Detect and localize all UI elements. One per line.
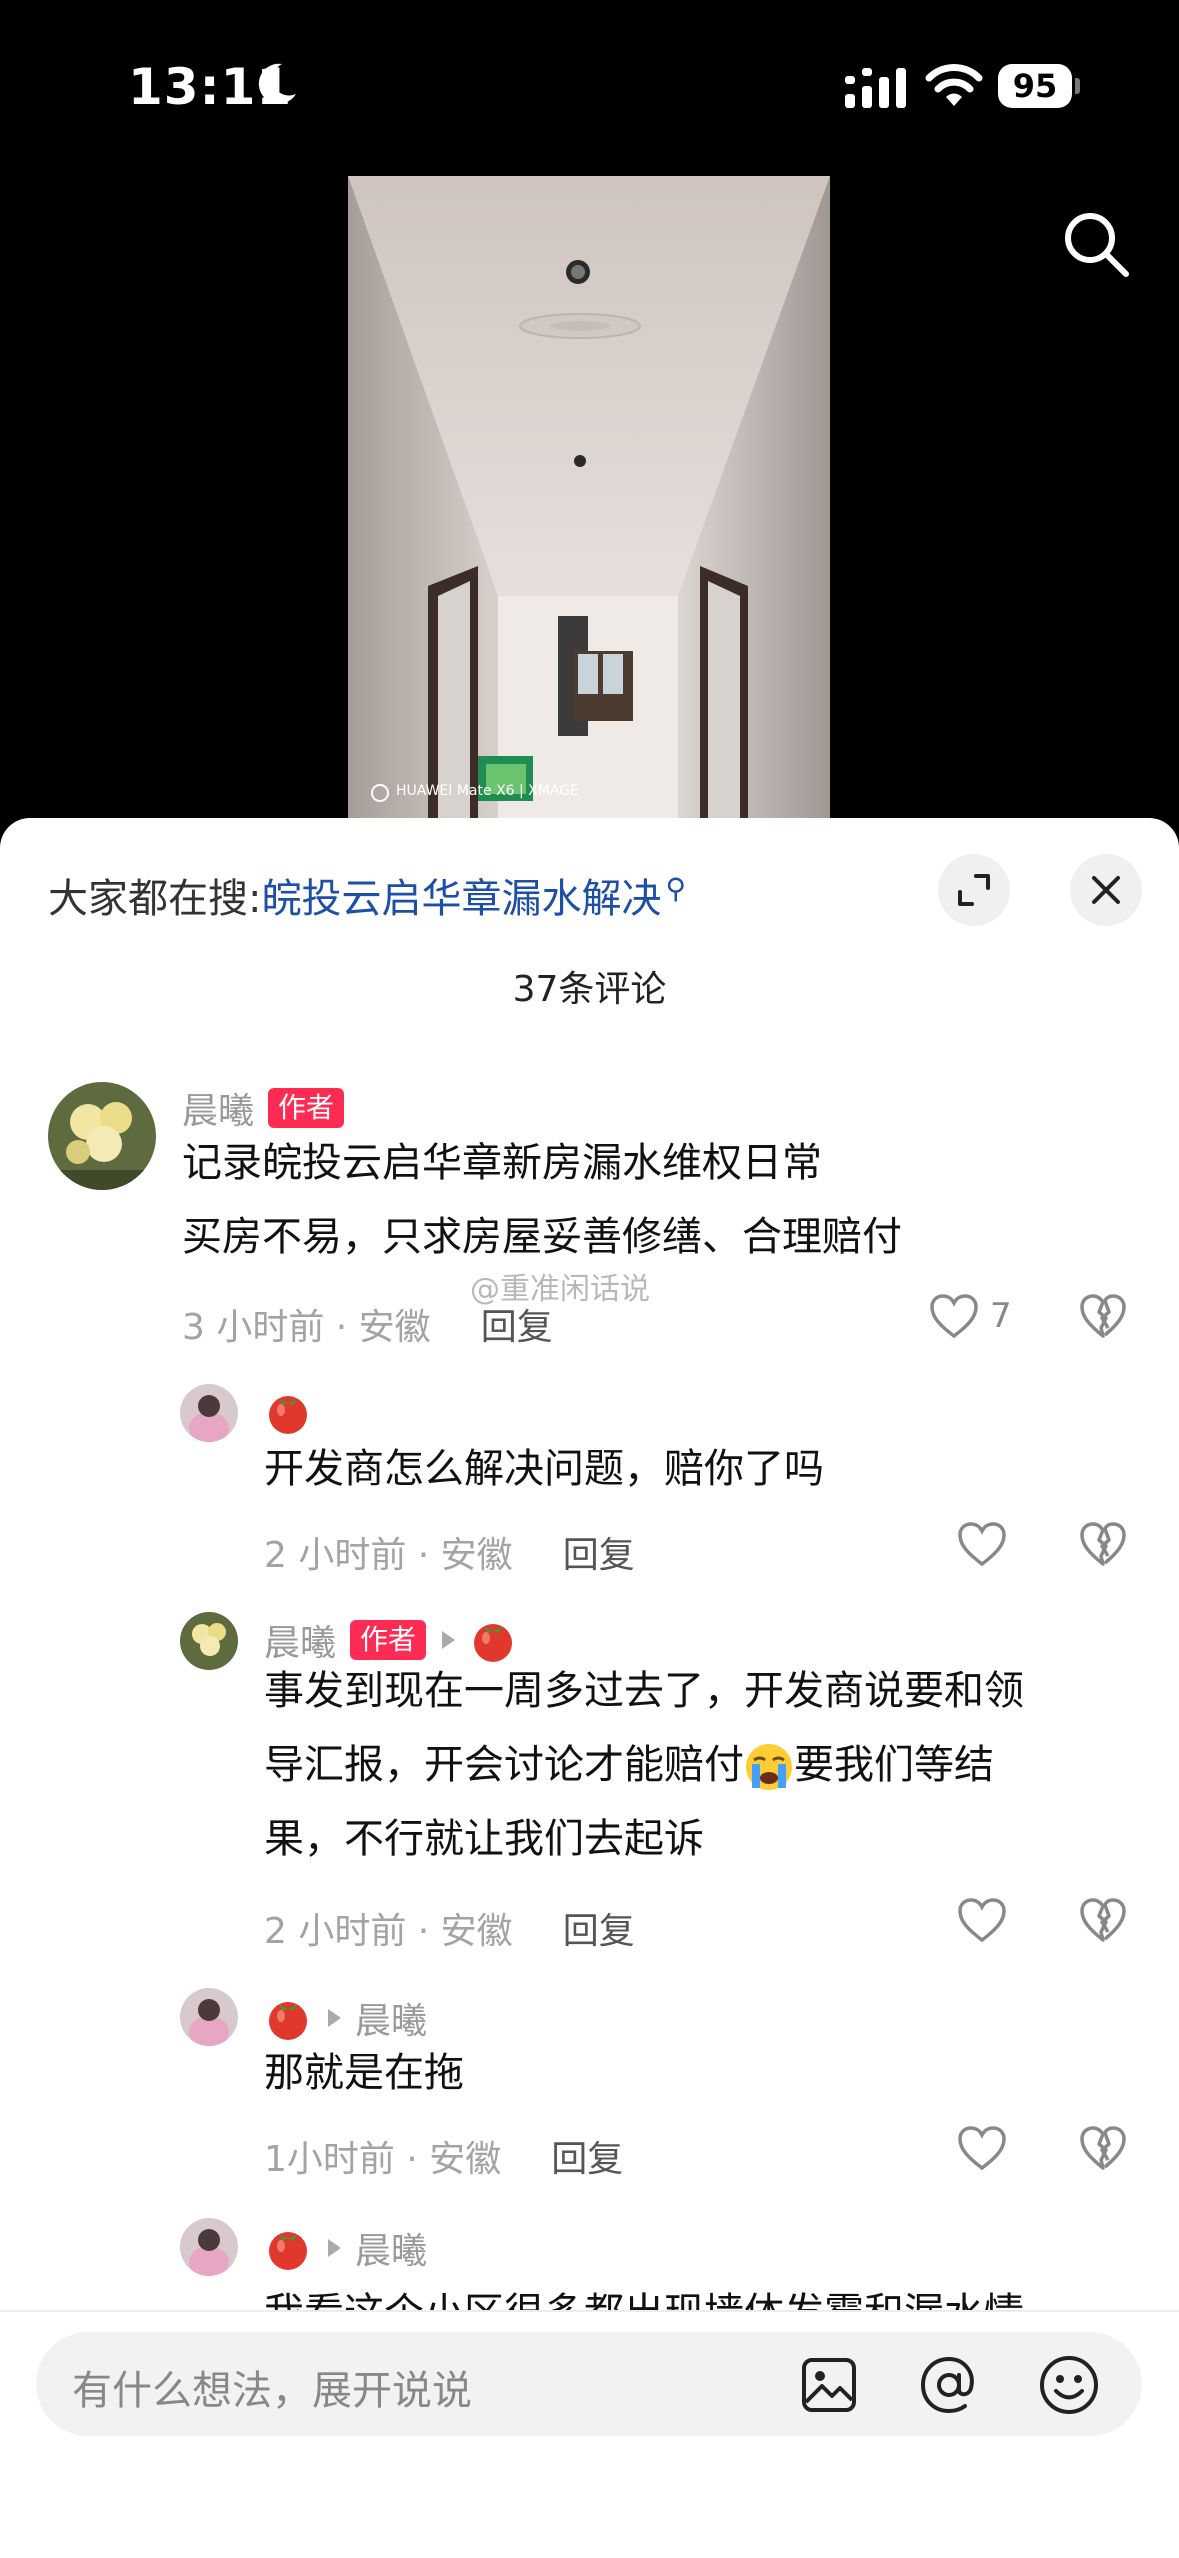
image-icon[interactable] <box>800 2356 858 2414</box>
comment-text-line: 那就是在拖 <box>264 2050 464 2096</box>
comment-text-line: 我看这个小区很多都出现墙体发霉和漏水情 <box>264 2276 1024 2310</box>
like-button[interactable]: 7 <box>928 1292 1012 1340</box>
heart-icon[interactable] <box>956 1896 1008 1944</box>
reply-item: 晨曦 作者 🍅 事发到现在一周多过去了，开发商说要和领 导汇报，开会讨论才能赔付… <box>0 1612 1179 1972</box>
time-location: 2 小时前 · 安徽 <box>264 1911 513 1952</box>
expand-button[interactable] <box>938 854 1010 926</box>
heart-icon <box>930 1294 978 1339</box>
hot-search-bar[interactable]: 大家都在搜:皖投云启华章漏水解决 ⚲ <box>48 866 686 924</box>
comment-text-line: 记录皖投云启华章新房漏水维权日常 <box>182 1140 822 1186</box>
avatar[interactable] <box>180 2218 238 2276</box>
avatar[interactable] <box>180 1384 238 1442</box>
comments-count: 37条评论 <box>512 969 667 1010</box>
expand-icon <box>958 874 990 906</box>
reply-button[interactable]: 回复 <box>551 2139 623 2180</box>
hot-search-term[interactable]: 皖投云启华章漏水解决 <box>261 876 661 922</box>
wifi-icon <box>925 64 983 106</box>
avatar[interactable] <box>180 1612 238 1670</box>
comment-text-line: 事发到现在一周多过去了，开发商说要和领 <box>264 1668 1024 1714</box>
comment-text-line: 导汇报，开会讨论才能赔付 要我们等结 <box>264 1728 994 1802</box>
comment-meta: 2 小时前 · 安徽 回复 <box>264 1526 635 1578</box>
comment-input-bar: 有什么想法，展开说说 <box>0 2310 1179 2558</box>
comment-text-line: 买房不易，只求房屋妥善修缮、合理赔付 <box>182 1214 902 1260</box>
reply-item: 🍅 晨曦 我看这个小区很多都出现墙体发霉和漏水情 <box>0 2218 1179 2310</box>
author-badge: 作者 <box>268 1088 345 1128</box>
comment-text-line: 开发商怎么解决问题，赔你了吗 <box>264 1446 824 1492</box>
video-frame <box>348 176 830 818</box>
reply-button[interactable]: 回复 <box>563 1911 635 1952</box>
close-icon <box>1092 876 1120 904</box>
mention-icon[interactable] <box>918 2354 980 2416</box>
portrait-avatar-image <box>180 2218 238 2276</box>
flower-avatar-image <box>180 1612 238 1670</box>
comment-input[interactable]: 有什么想法，展开说说 <box>36 2332 1142 2436</box>
tomato-icon[interactable] <box>264 1994 312 2042</box>
reply-arrow-icon <box>328 2009 341 2027</box>
broken-heart-icon[interactable] <box>1078 1292 1128 1340</box>
reply-to-username[interactable]: 晨曦 <box>355 2222 427 2274</box>
reply-arrow-icon <box>328 2239 341 2257</box>
reply-button[interactable]: 回复 <box>481 1307 553 1348</box>
hot-search-label: 大家都在搜: <box>48 876 262 922</box>
moon-icon <box>258 63 296 104</box>
reply-item: 🍅 开发商怎么解决问题，赔你了吗 2 小时前 · 安徽回复 <box>0 1384 1179 1584</box>
video-watermark: HUAWEI Mate X6 | XMAGE <box>396 783 579 799</box>
comment-meta: 2 小时前 · 安徽 回复 <box>264 1902 635 1954</box>
tomato-icon[interactable] <box>264 2224 312 2272</box>
close-button[interactable] <box>1070 854 1142 926</box>
like-count: 7 <box>990 1296 1012 1336</box>
broken-heart-icon[interactable] <box>1078 1520 1128 1568</box>
comment-input-placeholder: 有什么想法，展开说说 <box>72 2368 472 2414</box>
avatar[interactable] <box>48 1082 156 1190</box>
search-icon[interactable] <box>1060 208 1132 280</box>
broken-heart-icon[interactable] <box>1078 2124 1128 2172</box>
comment-meta: 1小时前 · 安徽 回复 <box>264 2130 623 2182</box>
portrait-avatar-image <box>180 1384 238 1442</box>
crying-emoji-icon <box>746 1744 792 1790</box>
status-bar: 13:11 95 <box>0 0 1179 170</box>
comment-text-segment: 要我们等结 <box>794 1742 994 1788</box>
battery-indicator: 95 <box>998 64 1080 108</box>
portrait-avatar-image <box>180 1988 238 2046</box>
hot-search-magnifier-icon: ⚲ <box>665 871 686 905</box>
emoji-icon[interactable] <box>1038 2354 1100 2416</box>
comment-text-line: 果，不行就让我们去起诉 <box>264 1816 704 1862</box>
reply-arrow-icon <box>442 1631 456 1649</box>
comment-text-segment: 导汇报，开会讨论才能赔付 <box>264 1742 744 1788</box>
comment-item: 晨曦 作者 记录皖投云启华章新房漏水维权日常 买房不易，只求房屋妥善修缮、合理赔… <box>0 1082 1179 1372</box>
tomato-icon <box>269 1396 307 1434</box>
reply-item: 🍅 晨曦 那就是在拖 1小时前 · 安徽回复 <box>0 1988 1179 2198</box>
reply-button[interactable]: 回复 <box>563 1535 635 1576</box>
battery-level: 95 <box>998 64 1072 108</box>
flower-avatar-image <box>48 1082 156 1190</box>
heart-icon[interactable] <box>956 2124 1008 2172</box>
time-location: 1小时前 · 安徽 <box>264 2139 502 2180</box>
heart-icon[interactable] <box>956 1520 1008 1568</box>
watermark-text: @重准闲话说 <box>470 1272 650 1307</box>
video-player[interactable]: HUAWEI Mate X6 | XMAGE <box>348 176 830 818</box>
comment-sheet: 大家都在搜:皖投云启华章漏水解决 ⚲ 37条评论 晨曦 作者 记录皖投云启华章新… <box>0 818 1179 2556</box>
broken-heart-icon[interactable] <box>1078 1896 1128 1944</box>
battery-tip <box>1075 78 1080 94</box>
time-location: 2 小时前 · 安徽 <box>264 1535 513 1576</box>
avatar[interactable] <box>180 1988 238 2046</box>
signal-icon <box>845 68 906 108</box>
comment-header: 🍅 晨曦 <box>264 2222 427 2274</box>
time-location: 3 小时前 · 安徽 <box>182 1307 431 1348</box>
